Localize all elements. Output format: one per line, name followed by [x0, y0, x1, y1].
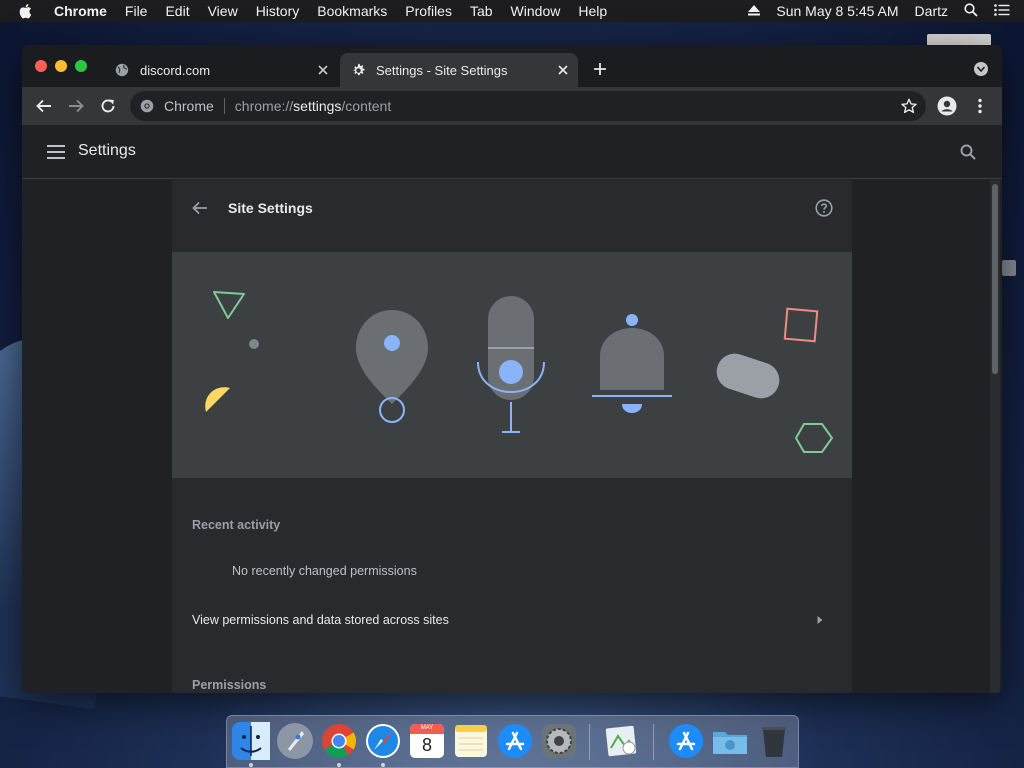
desktop-item-chip[interactable]	[1002, 260, 1016, 276]
preview-icon[interactable]	[603, 722, 641, 760]
triangle-shape	[213, 291, 245, 319]
finder-icon[interactable]	[232, 722, 270, 760]
tab-title: discord.com	[140, 62, 211, 78]
notes-icon[interactable]	[452, 722, 490, 760]
url-host: settings	[293, 98, 342, 114]
back-arrow-icon[interactable]	[190, 198, 210, 218]
launchpad-icon[interactable]	[276, 722, 314, 760]
recent-activity-heading: Recent activity	[192, 518, 281, 532]
new-tab-plus-icon[interactable]	[590, 59, 610, 79]
omnibox-divider	[223, 98, 225, 114]
view-permissions-label: View permissions and data stored across …	[192, 613, 449, 627]
menu-app-name[interactable]: Chrome	[54, 3, 107, 19]
tab-search-chevron-icon[interactable]	[974, 62, 988, 76]
url-prefix: chrome://	[234, 98, 294, 114]
address-bar[interactable]: Chrome chrome://settings/content	[130, 91, 926, 121]
globe-icon	[114, 62, 130, 78]
tab-discord[interactable]: discord.com	[104, 53, 338, 87]
site-settings-header: Site Settings	[172, 180, 852, 252]
menubar-status-area: Sun May 8 5:45 AM Dartz	[748, 0, 1010, 22]
chrome-window: discord.com Settings - Site Settings Chr…	[22, 45, 1002, 693]
menu-history[interactable]: History	[256, 3, 300, 19]
dock: MAY 8	[226, 715, 799, 768]
trash-icon[interactable]	[755, 722, 793, 760]
safari-running-dot	[381, 763, 385, 767]
eject-icon[interactable]	[748, 3, 761, 19]
settings-header: Settings	[22, 125, 1002, 179]
dot-shape	[249, 339, 259, 349]
settings-title: Settings	[78, 142, 136, 159]
system-preferences-icon[interactable]	[540, 722, 578, 760]
menubar-user[interactable]: Dartz	[915, 3, 948, 19]
square-shape	[783, 307, 819, 343]
microphone-icon	[477, 296, 545, 433]
scrollbar-thumb[interactable]	[992, 184, 998, 374]
downloads-folder-icon[interactable]	[711, 722, 749, 760]
apple-menu-icon[interactable]	[18, 3, 40, 19]
permissions-heading: Permissions	[192, 678, 267, 692]
menubar: Chrome File Edit View History Bookmarks …	[0, 0, 1024, 22]
menu-profiles[interactable]: Profiles	[405, 3, 452, 19]
app-store-icon[interactable]	[496, 722, 534, 760]
back-arrow-icon[interactable]	[34, 96, 54, 116]
notification-center-icon[interactable]	[994, 3, 1010, 19]
menubar-clock[interactable]: Sun May 8 5:45 AM	[776, 3, 898, 19]
tab-title: Settings - Site Settings	[376, 62, 508, 78]
more-options-icon[interactable]	[970, 96, 990, 116]
chrome-icon[interactable]	[320, 722, 358, 760]
location-pin-icon	[356, 310, 428, 423]
url-path: /content	[341, 98, 392, 114]
menu-edit[interactable]: Edit	[165, 3, 189, 19]
forward-arrow-icon[interactable]	[66, 96, 86, 116]
page-title: Site Settings	[228, 200, 313, 216]
close-window-button[interactable]	[35, 60, 47, 72]
tab-strip: discord.com Settings - Site Settings	[22, 45, 1002, 87]
bookmark-star-icon[interactable]	[900, 97, 918, 115]
no-recent-permissions-text: No recently changed permissions	[232, 564, 417, 578]
browser-toolbar: Chrome chrome://settings/content	[22, 87, 1002, 125]
fullscreen-window-button[interactable]	[75, 60, 87, 72]
hamburger-menu-icon[interactable]	[46, 142, 66, 162]
menu-view[interactable]: View	[208, 3, 238, 19]
menu-window[interactable]: Window	[511, 3, 561, 19]
chevron-right-icon	[814, 614, 826, 626]
search-icon[interactable]	[958, 142, 978, 162]
spotlight-search-icon[interactable]	[964, 2, 978, 20]
safari-icon[interactable]	[364, 722, 402, 760]
chrome-logo-icon	[140, 98, 156, 114]
menu-file[interactable]: File	[125, 3, 148, 19]
site-settings-illustration	[172, 252, 852, 478]
calendar-day: 8	[421, 735, 432, 755]
view-permissions-row[interactable]: View permissions and data stored across …	[172, 600, 852, 640]
reload-icon[interactable]	[98, 96, 118, 116]
site-chip-label: Chrome	[164, 98, 214, 114]
page-scrollbar[interactable]	[990, 180, 1000, 693]
app-store-folder-icon[interactable]	[667, 722, 705, 760]
site-settings-card: Site Settings Recent activity No recentl…	[172, 180, 852, 693]
dock-separator	[589, 724, 590, 760]
calendar-month: MAY	[420, 725, 434, 731]
menu-tab[interactable]: Tab	[470, 3, 493, 19]
close-tab-icon[interactable]	[312, 59, 334, 81]
menu-bookmarks[interactable]: Bookmarks	[317, 3, 387, 19]
gear-icon	[350, 62, 366, 78]
finder-running-dot	[249, 763, 253, 767]
half-circle-shape	[205, 387, 230, 412]
pill-shape	[716, 353, 780, 399]
tab-settings[interactable]: Settings - Site Settings	[340, 53, 578, 87]
close-tab-icon[interactable]	[552, 59, 574, 81]
settings-content: Site Settings Recent activity No recentl…	[22, 180, 1002, 693]
dock-separator	[653, 724, 654, 760]
menu-help[interactable]: Help	[578, 3, 607, 19]
calendar-icon[interactable]: MAY 8	[408, 722, 446, 760]
chrome-running-dot	[337, 763, 341, 767]
profile-avatar-icon[interactable]	[937, 96, 957, 116]
notification-bell-icon	[592, 314, 672, 413]
hexagon-shape	[795, 423, 833, 453]
minimize-window-button[interactable]	[55, 60, 67, 72]
url-text: chrome://settings/content	[235, 98, 391, 114]
help-icon[interactable]	[814, 198, 834, 218]
